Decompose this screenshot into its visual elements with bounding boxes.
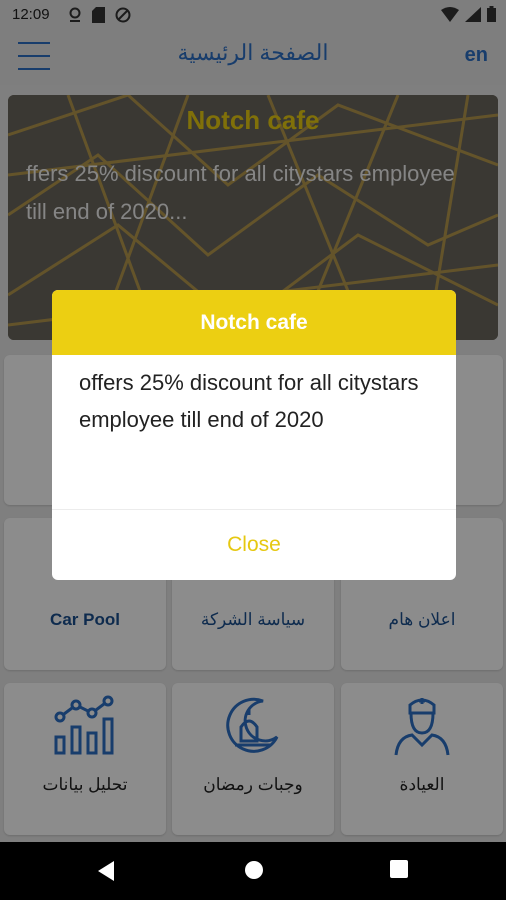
recents-icon[interactable] bbox=[390, 860, 408, 878]
system-nav-bar bbox=[0, 842, 506, 900]
dialog-header: Notch cafe bbox=[52, 290, 456, 355]
close-button[interactable]: Close bbox=[52, 510, 456, 580]
back-icon[interactable] bbox=[96, 860, 116, 882]
promo-dialog: Notch cafe offers 25% discount for all c… bbox=[52, 290, 456, 580]
home-icon[interactable] bbox=[244, 860, 264, 880]
dialog-title: Notch cafe bbox=[200, 310, 308, 334]
dialog-message: offers 25% discount for all citystars em… bbox=[79, 370, 419, 432]
